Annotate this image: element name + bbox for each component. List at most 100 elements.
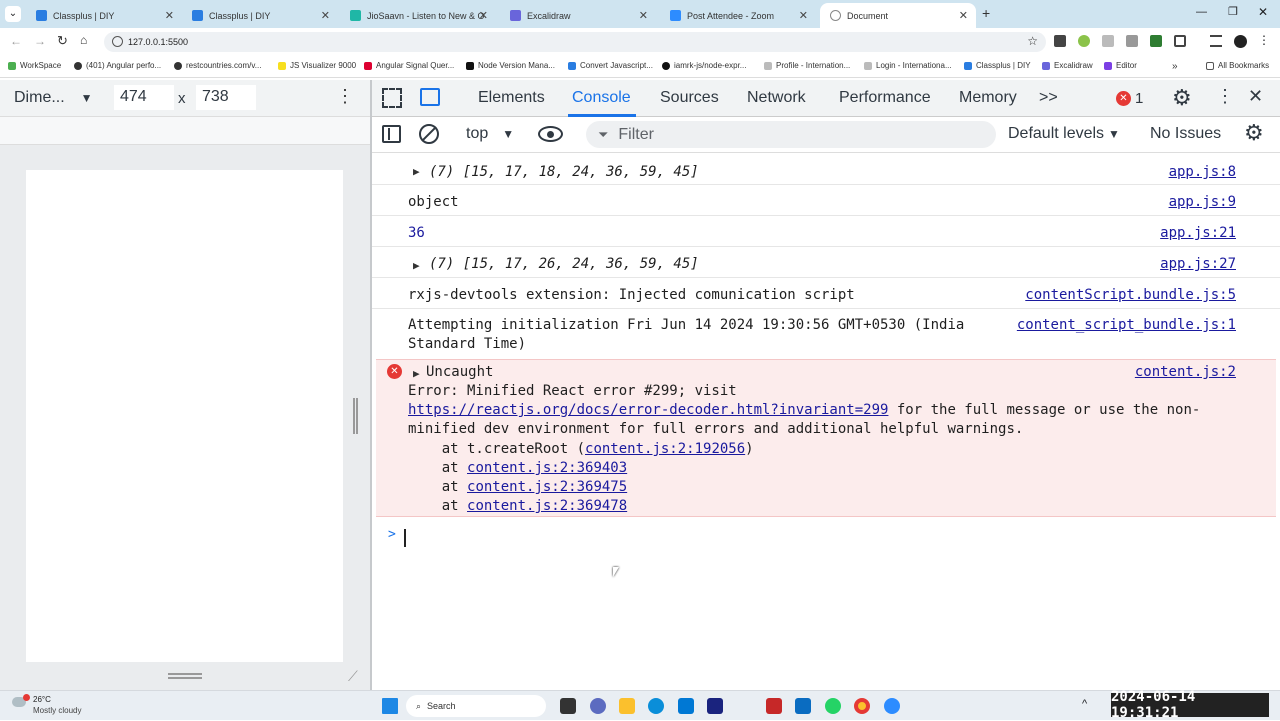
- back-icon[interactable]: ←: [10, 34, 22, 48]
- tab-memory[interactable]: Memory: [959, 89, 1017, 107]
- error-count-badge[interactable]: ✕ 1: [1116, 90, 1143, 107]
- mcafee-icon[interactable]: [766, 698, 782, 714]
- forward-icon[interactable]: →: [34, 34, 46, 48]
- extension-icon[interactable]: [1054, 35, 1066, 47]
- issues-button[interactable]: No Issues: [1150, 125, 1221, 143]
- bookmark-item[interactable]: restcountries.com/v...: [174, 61, 261, 70]
- tab-performance[interactable]: Performance: [839, 89, 931, 107]
- dimensions-select[interactable]: Dime... ▼: [14, 89, 93, 107]
- profile-avatar[interactable]: [1234, 35, 1247, 48]
- reading-list-icon[interactable]: [1210, 35, 1222, 47]
- clear-console-icon[interactable]: [419, 124, 439, 144]
- bookmark-item[interactable]: Login - Internationa...: [864, 61, 952, 70]
- all-bookmarks-button[interactable]: All Bookmarks: [1206, 61, 1269, 70]
- site-info-icon[interactable]: [112, 36, 123, 47]
- minimize-button[interactable]: —: [1196, 6, 1207, 18]
- source-link[interactable]: app.js:8: [1169, 164, 1236, 180]
- bookmark-item[interactable]: iamrk-js/node-expr...: [662, 61, 746, 70]
- sidebar-toggle-icon[interactable]: [382, 125, 401, 143]
- error-decoder-link[interactable]: https://reactjs.org/docs/error-decoder.h…: [408, 402, 888, 418]
- more-tabs-icon[interactable]: >>: [1039, 89, 1058, 107]
- bookmarks-overflow-icon[interactable]: »: [1172, 61, 1178, 72]
- viewport-corner-handle[interactable]: ⟋: [348, 668, 358, 685]
- zoom-icon[interactable]: [884, 698, 900, 714]
- address-bar[interactable]: 127.0.0.1:5500 ☆: [104, 32, 1046, 52]
- extension-icon[interactable]: [1126, 35, 1138, 47]
- restore-button[interactable]: ❐: [1228, 5, 1238, 18]
- chrome-icon[interactable]: [854, 698, 870, 714]
- taskbar-search-box[interactable]: ⌕ Search: [406, 695, 546, 717]
- extension-icon[interactable]: [1078, 35, 1090, 47]
- browser-tab[interactable]: Classplus | DIY ✕: [26, 3, 182, 28]
- bookmark-item[interactable]: Profile - Internation...: [764, 61, 850, 70]
- extensions-puzzle-icon[interactable]: [1174, 35, 1186, 47]
- source-link[interactable]: contentScript.bundle.js:5: [1025, 287, 1236, 303]
- console-message[interactable]: (7) [15, 17, 18, 24, 36, 59, 45]: [429, 164, 699, 180]
- viewport-bottom-handle[interactable]: [168, 673, 202, 679]
- bookmark-item[interactable]: Editor: [1104, 61, 1137, 70]
- bookmark-item[interactable]: WorkSpace: [8, 61, 61, 70]
- browser-tab[interactable]: Post Attendee - Zoom ✕: [660, 3, 816, 28]
- windows-start-icon[interactable]: [382, 698, 398, 714]
- close-window-button[interactable]: ✕: [1258, 5, 1268, 19]
- expand-arrow-icon[interactable]: ▶: [413, 259, 420, 272]
- bookmark-star-icon[interactable]: ☆: [1027, 34, 1038, 48]
- expand-arrow-icon[interactable]: ▶: [413, 367, 420, 380]
- viewport-resize-handle[interactable]: [353, 398, 358, 434]
- console-message[interactable]: (7) [15, 17, 26, 24, 36, 59, 45]: [429, 256, 699, 272]
- app-l-icon[interactable]: [707, 698, 723, 714]
- height-input[interactable]: 738: [196, 85, 256, 110]
- bookmark-item[interactable]: (401) Angular perfo...: [74, 61, 161, 70]
- context-select[interactable]: top ▼: [466, 125, 514, 143]
- devtools-menu-icon[interactable]: ⋮: [1216, 86, 1234, 107]
- tab-close-icon[interactable]: ✕: [639, 9, 648, 22]
- tab-close-icon[interactable]: ✕: [479, 9, 488, 22]
- tab-close-icon[interactable]: ✕: [959, 9, 968, 22]
- tray-overflow-icon[interactable]: ^: [1082, 698, 1087, 710]
- tab-sources[interactable]: Sources: [660, 89, 719, 107]
- stack-link[interactable]: content.js:2:369478: [467, 498, 627, 514]
- source-link[interactable]: app.js:9: [1169, 194, 1236, 210]
- source-link[interactable]: content_script_bundle.js:1: [1017, 317, 1236, 333]
- stack-link[interactable]: content.js:2:192056: [585, 441, 745, 457]
- device-toggle-icon[interactable]: [420, 88, 440, 106]
- vscode-icon[interactable]: [795, 698, 811, 714]
- chat-icon[interactable]: [590, 698, 606, 714]
- error-title[interactable]: Uncaught: [426, 364, 493, 380]
- close-devtools-icon[interactable]: ✕: [1248, 86, 1263, 107]
- home-icon[interactable]: ⌂: [80, 33, 87, 47]
- source-link[interactable]: app.js:21: [1160, 225, 1236, 241]
- file-explorer-icon[interactable]: [619, 698, 635, 714]
- bookmark-item[interactable]: Angular Signal Quer...: [364, 61, 454, 70]
- bookmark-item[interactable]: Classplus | DIY: [964, 61, 1031, 70]
- tab-close-icon[interactable]: ✕: [799, 9, 808, 22]
- new-tab-button[interactable]: +: [982, 5, 990, 21]
- source-link[interactable]: app.js:27: [1160, 256, 1236, 272]
- browser-tab[interactable]: Classplus | DIY ✕: [182, 3, 338, 28]
- bookmark-item[interactable]: Node Version Mana...: [466, 61, 555, 70]
- bookmark-item[interactable]: JS Visualizer 9000: [278, 61, 356, 70]
- tab-network[interactable]: Network: [747, 89, 806, 107]
- filter-input[interactable]: ⏷ Filter: [586, 121, 996, 148]
- extension-icon[interactable]: [1150, 35, 1162, 47]
- tab-console[interactable]: Console: [572, 89, 631, 107]
- extension-icon[interactable]: [1102, 35, 1114, 47]
- browser-tab[interactable]: JioSaavn - Listen to New & Old ✕: [340, 3, 496, 28]
- tab-close-icon[interactable]: ✕: [165, 9, 174, 22]
- device-menu-icon[interactable]: ⋮: [336, 86, 354, 107]
- console-prompt[interactable]: >: [386, 527, 1266, 551]
- default-levels-select[interactable]: Default levels ▼: [1008, 125, 1120, 143]
- stack-link[interactable]: content.js:2:369403: [467, 460, 627, 476]
- whatsapp-icon[interactable]: [825, 698, 841, 714]
- browser-tab[interactable]: Excalidraw ✕: [500, 3, 656, 28]
- store-icon[interactable]: [678, 698, 694, 714]
- bookmark-item[interactable]: Excalidraw: [1042, 61, 1093, 70]
- console-settings-gear-icon[interactable]: ⚙: [1244, 120, 1264, 146]
- device-viewport[interactable]: [26, 170, 343, 662]
- settings-gear-icon[interactable]: ⚙: [1172, 85, 1192, 111]
- inspect-element-icon[interactable]: [382, 88, 402, 108]
- stack-link[interactable]: content.js:2:369475: [467, 479, 627, 495]
- browser-tab-active[interactable]: Document ✕: [820, 3, 976, 28]
- error-source-link[interactable]: content.js:2: [1135, 364, 1236, 380]
- tab-search-button[interactable]: ⌄: [5, 6, 21, 22]
